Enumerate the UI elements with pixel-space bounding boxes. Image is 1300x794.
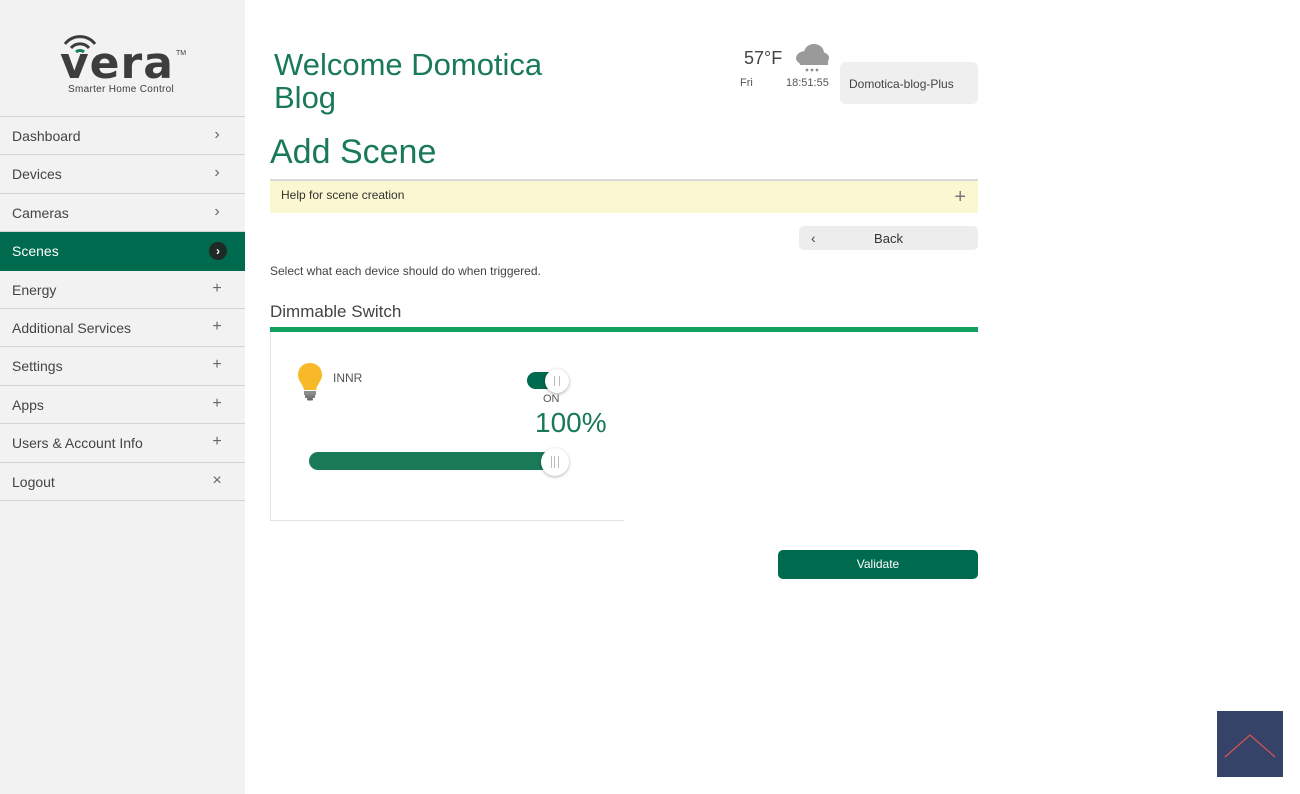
sidebar-nav: Dashboard › Devices › Cameras › Scenes ›… bbox=[0, 116, 245, 501]
sidebar-item-label: Scenes bbox=[12, 243, 59, 260]
plus-icon: + bbox=[212, 279, 222, 297]
weather-time: 18:51:55 bbox=[786, 77, 829, 89]
dimmer-level-text: 100% bbox=[535, 407, 607, 438]
chevron-right-icon: › bbox=[214, 202, 220, 220]
sidebar-item-apps[interactable]: Apps + bbox=[0, 386, 245, 425]
sidebar-item-label: Users & Account Info bbox=[12, 435, 143, 452]
toggle-knob[interactable] bbox=[545, 369, 569, 393]
logo-tagline: Smarter Home Control bbox=[68, 84, 175, 95]
temperature: 57°F bbox=[744, 48, 783, 68]
slider-fill bbox=[309, 452, 559, 470]
back-button-label: Back bbox=[874, 231, 903, 246]
plus-icon: + bbox=[212, 356, 222, 374]
sidebar-item-dashboard[interactable]: Dashboard › bbox=[0, 117, 245, 156]
section-title: Dimmable Switch bbox=[270, 302, 402, 321]
scroll-to-top-button[interactable] bbox=[1217, 711, 1283, 777]
sidebar-item-cameras[interactable]: Cameras › bbox=[0, 194, 245, 233]
chevron-up-icon bbox=[1224, 734, 1276, 758]
sidebar-item-label: Dashboard bbox=[12, 128, 81, 144]
account-button[interactable]: Domotica-blog-Plus bbox=[840, 62, 978, 104]
help-label: Help for scene creation bbox=[281, 188, 405, 202]
sidebar-item-settings[interactable]: Settings + bbox=[0, 347, 245, 386]
logo-trademark: TM bbox=[176, 50, 187, 57]
sidebar-item-additional-services[interactable]: Additional Services + bbox=[0, 309, 245, 348]
sidebar-item-energy[interactable]: Energy + bbox=[0, 271, 245, 309]
section-divider bbox=[270, 327, 978, 332]
logo-wordmark: vera bbox=[60, 38, 174, 89]
sidebar-item-label: Devices bbox=[12, 166, 62, 183]
sidebar-item-users-account-info[interactable]: Users & Account Info + bbox=[0, 424, 245, 463]
lightbulb-icon bbox=[298, 363, 322, 401]
sidebar-item-label: Additional Services bbox=[12, 319, 132, 336]
weather-widget: 57°F Fri 18:51:55 bbox=[738, 40, 838, 100]
plus-icon: + bbox=[212, 317, 222, 335]
vera-logo[interactable]: vera TM Smarter Home Control bbox=[0, 30, 245, 100]
cloud-snow-icon bbox=[796, 44, 829, 72]
chevron-right-circle-icon: › bbox=[209, 242, 227, 261]
sidebar-item-logout[interactable]: Logout × bbox=[0, 463, 245, 501]
validate-button[interactable]: Validate bbox=[778, 550, 978, 579]
device-name: INNR bbox=[333, 371, 363, 385]
device-card: INNR ON 100% bbox=[270, 333, 624, 521]
toggle-state-label: ON bbox=[543, 393, 560, 405]
plus-icon: + bbox=[212, 433, 222, 451]
sidebar-item-devices[interactable]: Devices › bbox=[0, 155, 245, 194]
sidebar: vera TM Smarter Home Control Dashboard ›… bbox=[0, 0, 245, 794]
welcome-heading: Welcome Domotica Blog bbox=[274, 47, 543, 115]
back-button[interactable]: ‹ Back bbox=[799, 226, 978, 250]
instructions-text: Select what each device should do when t… bbox=[270, 264, 541, 278]
expand-plus-icon[interactable]: + bbox=[954, 187, 966, 207]
help-accordion[interactable]: Help for scene creation + bbox=[270, 179, 978, 213]
sidebar-item-label: Cameras bbox=[12, 204, 69, 221]
sidebar-item-label: Apps bbox=[12, 396, 44, 413]
close-icon: × bbox=[212, 471, 222, 489]
sidebar-item-label: Logout bbox=[12, 473, 55, 490]
chevron-right-icon: › bbox=[214, 164, 220, 182]
sidebar-item-label: Energy bbox=[12, 281, 57, 298]
weather-day: Fri bbox=[740, 77, 753, 89]
sidebar-item-label: Settings bbox=[12, 358, 63, 375]
dimmer-slider[interactable] bbox=[309, 448, 569, 476]
slider-thumb[interactable] bbox=[541, 448, 569, 476]
power-toggle[interactable] bbox=[527, 369, 571, 393]
chevron-right-icon: › bbox=[214, 126, 220, 143]
sidebar-item-scenes[interactable]: Scenes › bbox=[0, 232, 245, 271]
page-title: Add Scene bbox=[270, 133, 437, 171]
plus-icon: + bbox=[212, 394, 222, 412]
